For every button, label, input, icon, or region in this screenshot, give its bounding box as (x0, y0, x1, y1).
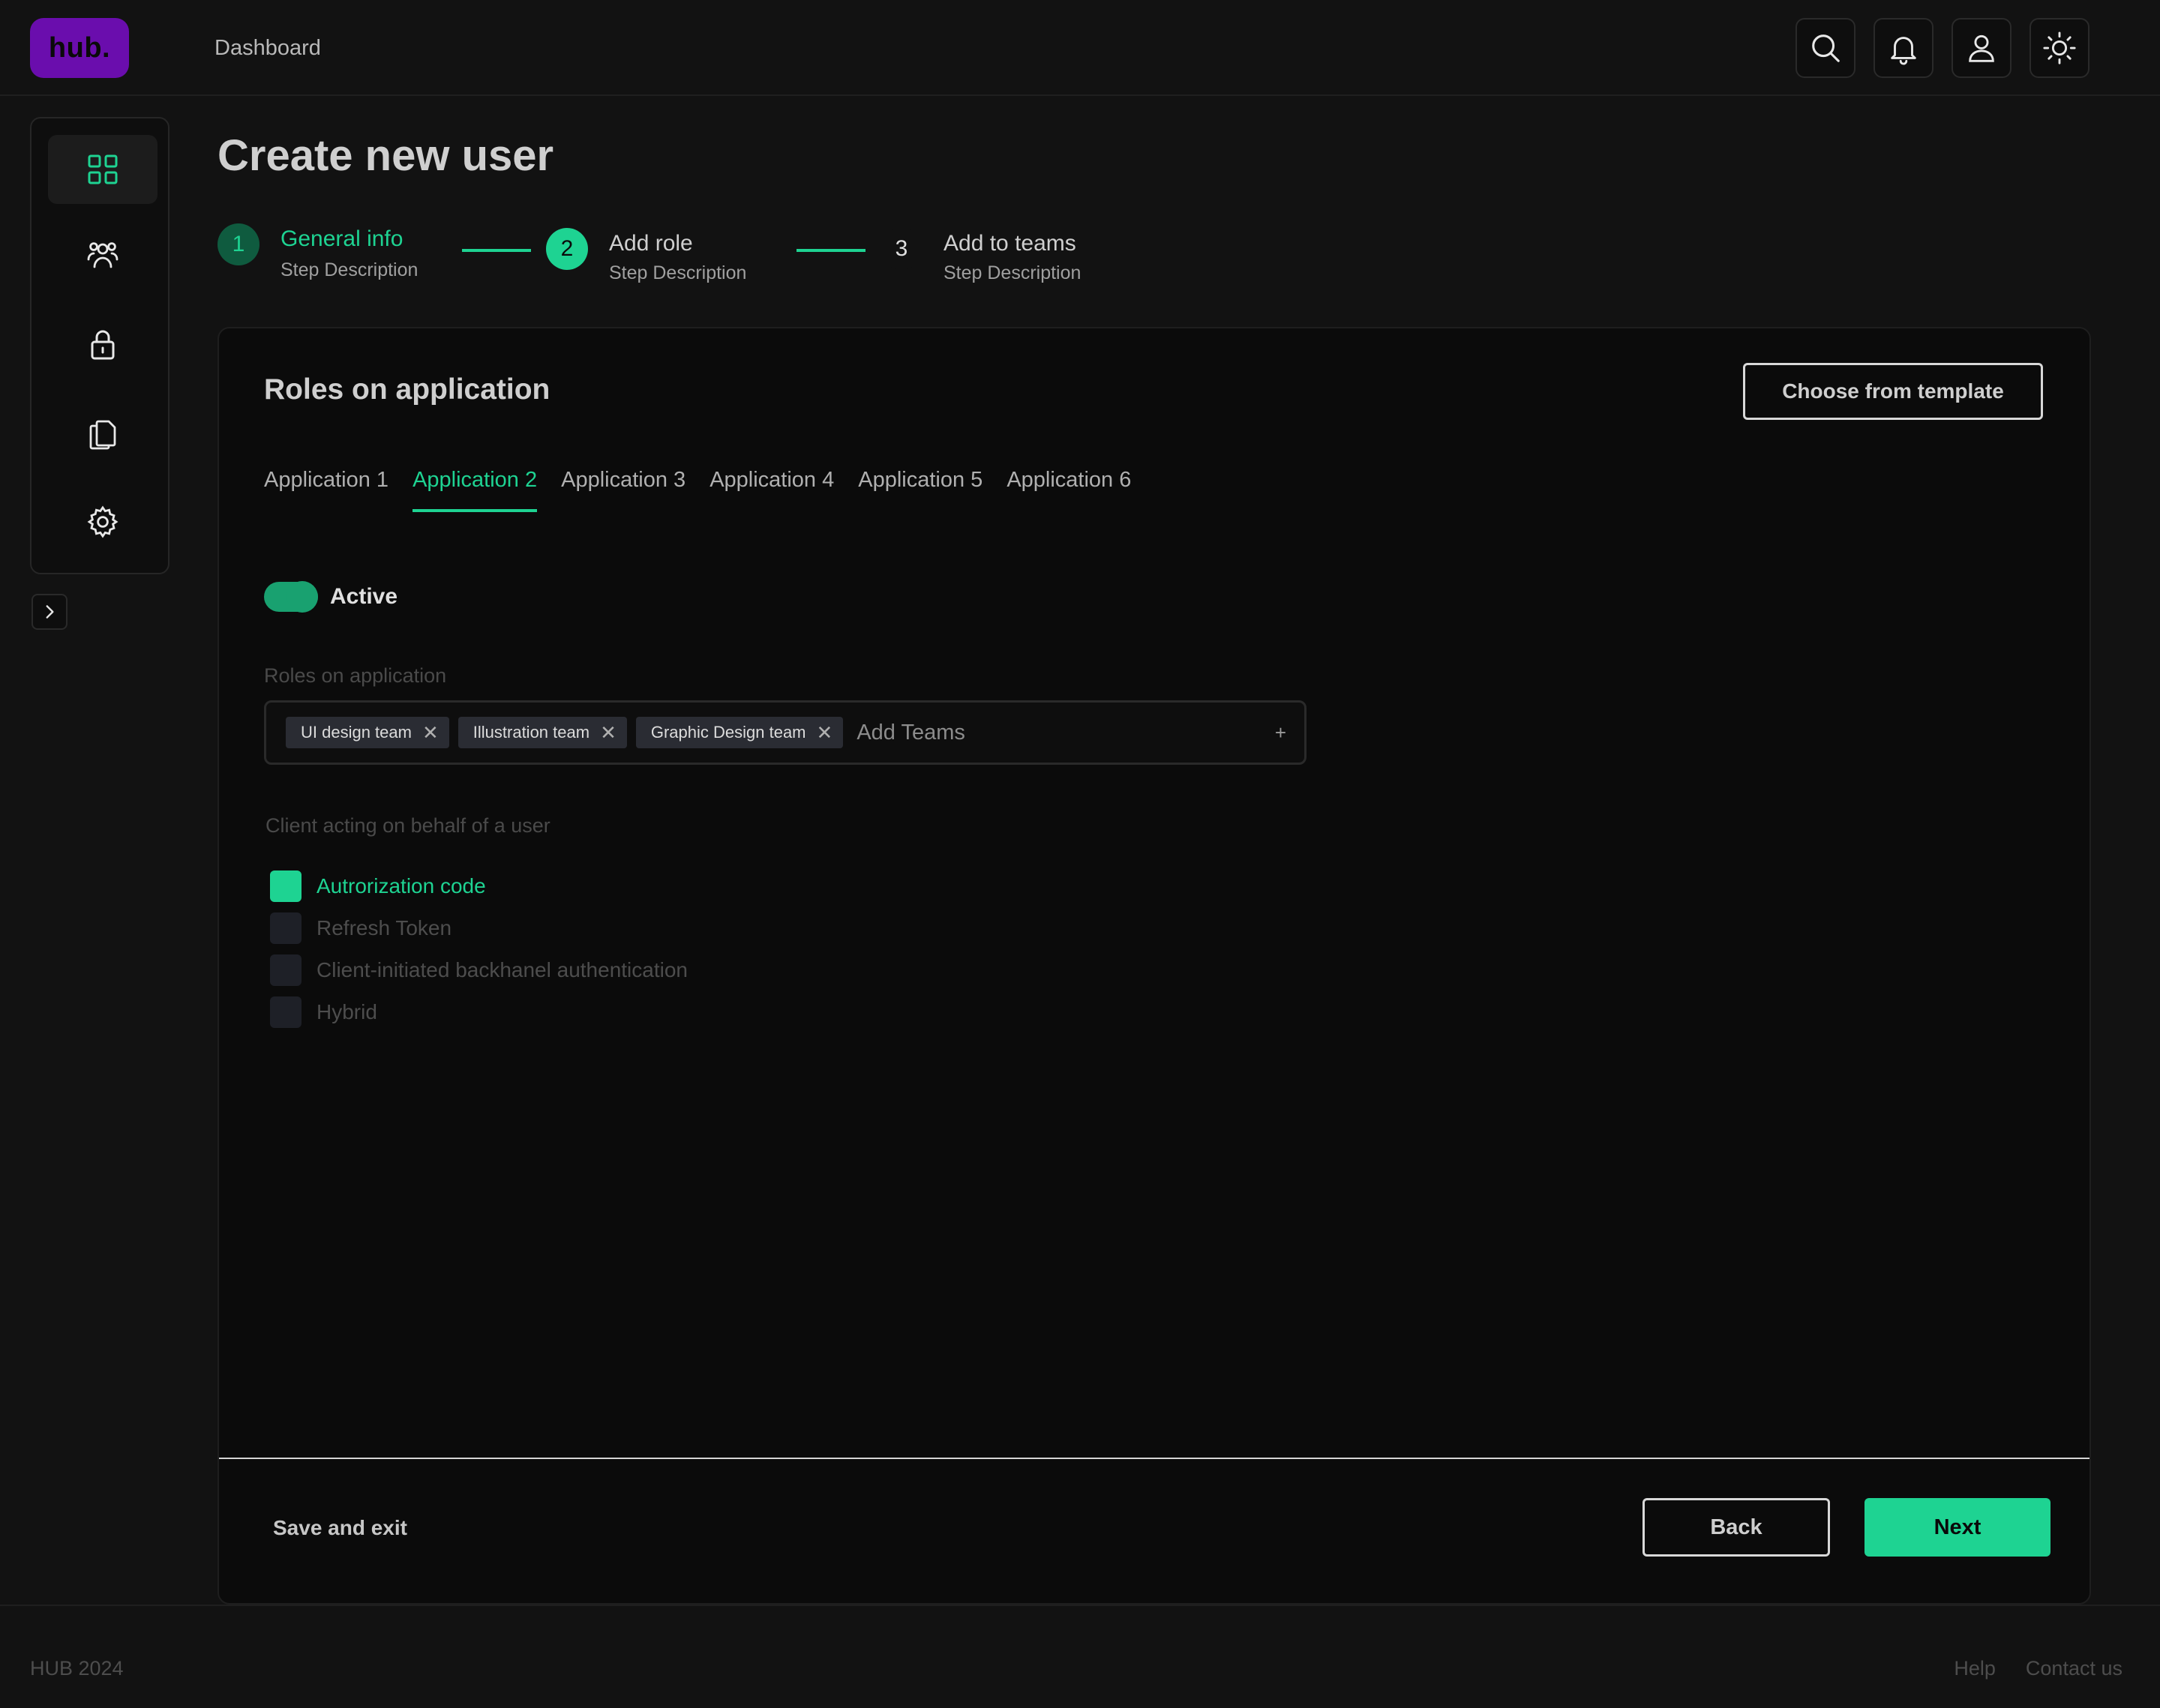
page-title: Create new user (218, 131, 554, 180)
tab-application-2[interactable]: Application 2 (412, 468, 538, 512)
tab-application-4[interactable]: Application 4 (710, 468, 834, 512)
profile-button[interactable] (1952, 18, 2012, 78)
user-icon (1969, 34, 1994, 62)
sidebar-expand-button[interactable] (32, 594, 68, 630)
search-icon (1812, 34, 1840, 62)
step-connector-2 (796, 249, 866, 252)
checkbox[interactable] (270, 954, 302, 986)
step-1-indicator: 1 (218, 223, 260, 265)
save-and-exit-button[interactable]: Save and exit (273, 1516, 407, 1540)
tag-chip: Graphic Design team ✕ (635, 717, 844, 748)
step-3-indicator: 3 (880, 228, 922, 270)
step-3-title[interactable]: Add to teams (944, 231, 1076, 256)
tag-label: Illustration team (472, 723, 590, 742)
tag-label: Graphic Design team (650, 723, 806, 742)
step-1-description: Step Description (280, 259, 418, 280)
active-toggle-label: Active (330, 584, 398, 609)
step-connector-1 (462, 249, 531, 252)
step-3-description: Step Description (944, 262, 1082, 283)
close-icon[interactable]: ✕ (817, 723, 833, 742)
theme-toggle-button[interactable] (2030, 18, 2090, 78)
checkbox-label: Client-initiated backhanel authenticatio… (316, 958, 688, 981)
teams-tag-input[interactable]: UI design team ✕ Illustration team ✕ Gra… (264, 700, 1306, 765)
help-link[interactable]: Help (1954, 1657, 1996, 1680)
hub-logo[interactable]: hub. (30, 18, 129, 78)
tab-application-6[interactable]: Application 6 (1006, 468, 1131, 512)
tag-chip: UI design team ✕ (286, 717, 449, 748)
card-title: Roles on application (264, 373, 550, 406)
sidebar-item-security[interactable] (48, 310, 158, 379)
dashboard-link[interactable]: Dashboard (214, 36, 321, 61)
checkbox-row[interactable]: Autrorization code (270, 865, 688, 907)
close-icon[interactable]: ✕ (600, 723, 616, 742)
top-actions (1796, 18, 2090, 78)
choose-template-button[interactable]: Choose from template (1743, 363, 2043, 420)
checkbox-row[interactable]: Refresh Token (270, 907, 688, 949)
add-teams-placeholder[interactable]: Add Teams (856, 721, 1266, 745)
contact-us-link[interactable]: Contact us (2026, 1657, 2122, 1680)
next-button[interactable]: Next (1864, 1498, 2050, 1557)
tag-chip: Illustration team ✕ (458, 717, 627, 748)
sidebar-item-documents[interactable] (48, 400, 158, 469)
roles-card: Roles on application Choose from templat… (218, 327, 2091, 1605)
stepper: 1 General info Step Description 2 Add ro… (218, 223, 1192, 298)
lock-icon (91, 330, 115, 360)
checkbox-checked[interactable] (270, 870, 302, 902)
close-icon[interactable]: ✕ (422, 723, 439, 742)
tab-application-1[interactable]: Application 1 (264, 468, 388, 512)
search-button[interactable] (1796, 18, 1856, 78)
footer: HUB 2024 Help Contact us (0, 1605, 2160, 1708)
toggle-knob (286, 581, 318, 613)
checkbox-label: Hybrid (316, 1000, 377, 1023)
tab-application-3[interactable]: Application 3 (561, 468, 686, 512)
roles-field-label: Roles on application (264, 664, 447, 687)
gear-icon (87, 505, 118, 538)
active-toggle[interactable] (264, 581, 318, 613)
active-toggle-row: Active (264, 581, 398, 613)
top-bar: hub. Dashboard (0, 0, 2160, 96)
checkbox[interactable] (270, 996, 302, 1028)
tab-application-5[interactable]: Application 5 (858, 468, 982, 512)
step-2-description: Step Description (609, 262, 747, 283)
application-tabs: Application 1 Application 2 Application … (264, 468, 1131, 512)
grid-icon (88, 154, 118, 184)
checkbox-row[interactable]: Hybrid (270, 991, 688, 1033)
chevron-right-icon (46, 605, 54, 619)
sidebar (30, 117, 170, 574)
documents-icon (89, 420, 116, 450)
sidebar-item-users[interactable] (48, 220, 158, 289)
notifications-button[interactable] (1874, 18, 1934, 78)
sidebar-item-settings[interactable] (48, 487, 158, 556)
step-1-title[interactable]: General info (280, 226, 403, 252)
tag-label: UI design team (301, 723, 412, 742)
step-2-title[interactable]: Add role (609, 231, 693, 256)
sidebar-item-dashboard[interactable] (48, 135, 158, 204)
checkbox-row[interactable]: Client-initiated backhanel authenticatio… (270, 949, 688, 991)
footer-copyright: HUB 2024 (30, 1657, 124, 1680)
bell-icon (1891, 37, 1916, 65)
checkbox-label: Refresh Token (316, 916, 452, 939)
back-button[interactable]: Back (1642, 1498, 1830, 1557)
step-2-indicator: 2 (546, 228, 588, 270)
client-field-label: Client acting on behalf of a user (266, 814, 550, 837)
card-footer-divider (219, 1458, 2090, 1459)
users-icon (87, 242, 118, 268)
checkbox-label: Autrorization code (316, 874, 486, 897)
plus-icon[interactable]: + (1275, 721, 1286, 745)
grant-type-checkboxes: Autrorization code Refresh Token Client-… (270, 865, 688, 1033)
footer-links: Help Contact us (1954, 1657, 2122, 1680)
sun-icon (2043, 31, 2076, 64)
checkbox[interactable] (270, 912, 302, 944)
